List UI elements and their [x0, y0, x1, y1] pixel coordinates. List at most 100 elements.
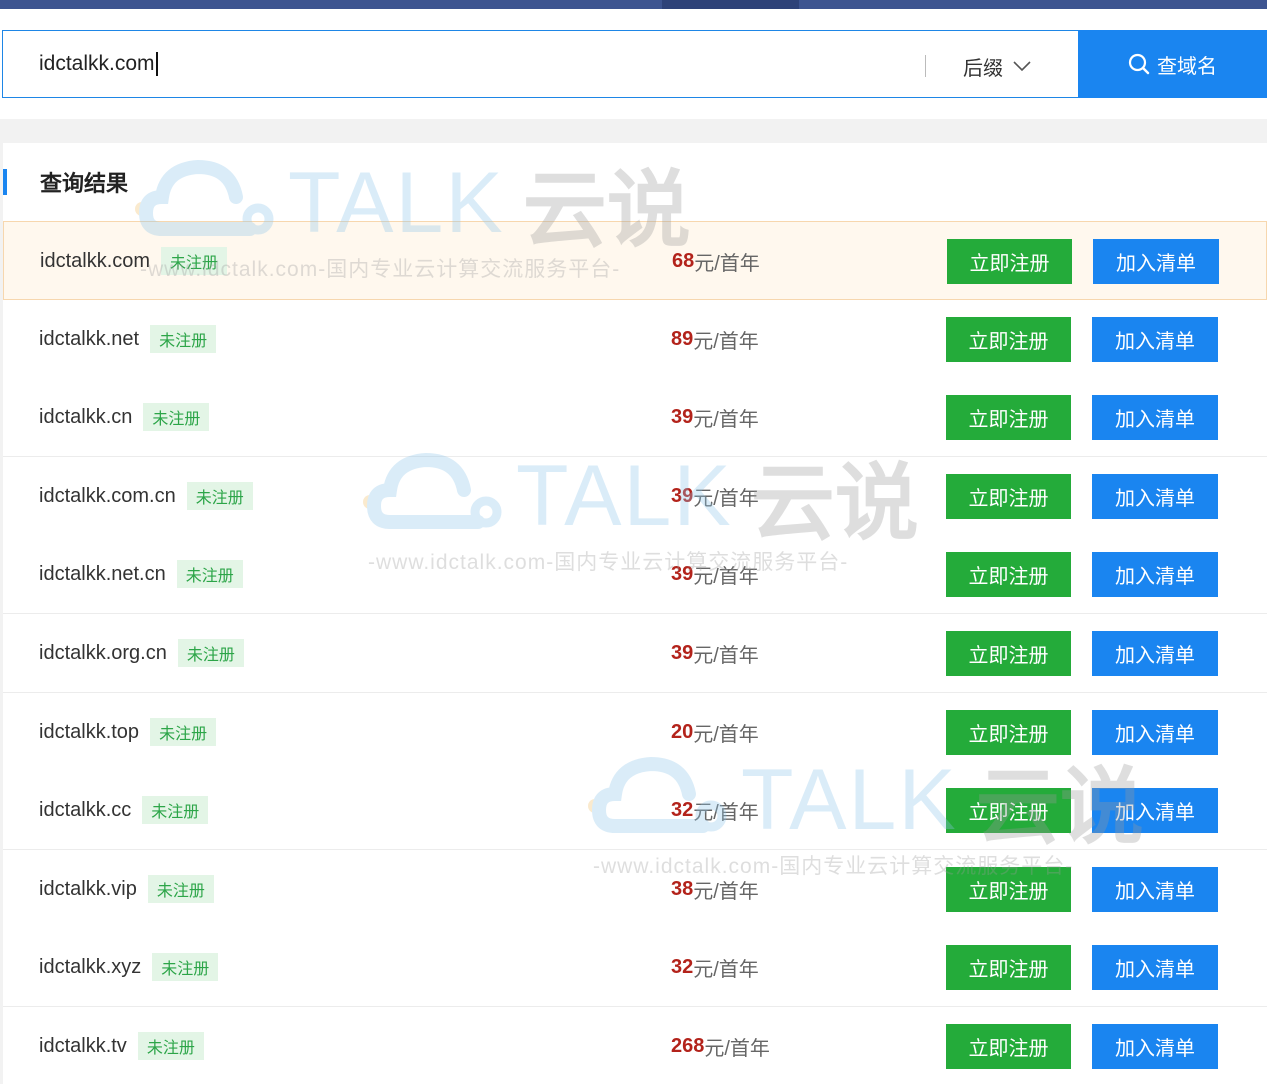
price-cell: 20 元/首年 — [671, 693, 759, 771]
register-now-button[interactable]: 立即注册 — [946, 552, 1071, 597]
status-badge: 未注册 — [147, 875, 214, 903]
status-badge: 未注册 — [152, 953, 219, 981]
domain-cell: idctalkk.tv 未注册 — [39, 1007, 204, 1084]
add-to-list-button[interactable]: 加入清单 — [1093, 239, 1219, 284]
add-to-list-button[interactable]: 加入清单 — [1092, 710, 1218, 755]
price-cell: 32 元/首年 — [671, 771, 759, 849]
status-badge: 未注册 — [143, 403, 210, 431]
price-value: 39 — [671, 405, 694, 428]
domain-cell: idctalkk.cc 未注册 — [39, 771, 209, 849]
price-cell: 38 元/首年 — [671, 850, 759, 928]
price-value: 268 — [671, 1034, 705, 1057]
price-unit: 元/首年 — [704, 1037, 770, 1060]
domain-name: idctalkk.cn — [39, 405, 133, 428]
result-row: idctalkk.cc 未注册 32 元/首年 立即注册 加入清单 — [3, 771, 1267, 850]
result-row: idctalkk.com.cn 未注册 39 元/首年 立即注册 加入清单 — [3, 457, 1267, 536]
register-now-button[interactable]: 立即注册 — [946, 474, 1071, 519]
domain-name: idctalkk.org.cn — [39, 641, 167, 664]
domain-name: idctalkk.net.cn — [39, 562, 166, 585]
search-button-label: 查域名 — [1157, 55, 1217, 78]
domain-cell: idctalkk.net.cn 未注册 — [39, 535, 243, 613]
register-now-button[interactable]: 立即注册 — [946, 317, 1071, 362]
price-value: 32 — [671, 955, 694, 978]
domain-cell: idctalkk.cn 未注册 — [39, 378, 210, 456]
price-value: 20 — [671, 720, 694, 743]
register-now-button[interactable]: 立即注册 — [946, 631, 1071, 676]
domain-name: idctalkk.net — [39, 327, 140, 350]
add-to-list-button[interactable]: 加入清单 — [1092, 788, 1218, 833]
price-value: 68 — [672, 249, 695, 272]
suffix-dropdown[interactable]: 后缀 — [963, 52, 1031, 81]
status-badge: 未注册 — [150, 718, 217, 746]
register-now-button[interactable]: 立即注册 — [946, 710, 1071, 755]
price-unit: 元/首年 — [693, 958, 759, 981]
add-to-list-button[interactable]: 加入清单 — [1092, 1024, 1218, 1069]
price-unit: 元/首年 — [693, 565, 759, 588]
domain-cell: idctalkk.com.cn 未注册 — [39, 457, 253, 535]
price-unit: 元/首年 — [693, 723, 759, 746]
price-cell: 39 元/首年 — [671, 457, 759, 535]
price-cell: 39 元/首年 — [671, 535, 759, 613]
search-input-value[interactable]: idctalkk.com — [39, 52, 158, 76]
search-icon — [1128, 53, 1150, 75]
add-to-list-button[interactable]: 加入清单 — [1092, 474, 1218, 519]
add-to-list-button[interactable]: 加入清单 — [1092, 945, 1218, 990]
suffix-label: 后缀 — [963, 58, 1003, 80]
domain-name: idctalkk.com.cn — [39, 484, 176, 507]
price-value: 39 — [671, 562, 694, 585]
domain-name: idctalkk.tv — [39, 1034, 127, 1057]
price-unit: 元/首年 — [693, 408, 759, 431]
price-unit: 元/首年 — [693, 801, 759, 824]
register-now-button[interactable]: 立即注册 — [946, 945, 1071, 990]
price-cell: 268 元/首年 — [671, 1007, 770, 1084]
top-nav-active-segment — [662, 0, 799, 9]
price-value: 39 — [671, 484, 694, 507]
domain-cell: idctalkk.top 未注册 — [39, 693, 217, 771]
price-unit: 元/首年 — [693, 487, 759, 510]
add-to-list-button[interactable]: 加入清单 — [1092, 317, 1218, 362]
price-cell: 32 元/首年 — [671, 928, 759, 1006]
domain-name: idctalkk.vip — [39, 877, 137, 900]
status-badge: 未注册 — [161, 247, 228, 275]
heading-accent-bar — [3, 169, 7, 195]
result-row: idctalkk.cn 未注册 39 元/首年 立即注册 加入清单 — [3, 378, 1267, 457]
status-badge: 未注册 — [186, 482, 253, 510]
register-now-button[interactable]: 立即注册 — [946, 788, 1071, 833]
top-nav-bar — [0, 0, 1267, 9]
result-row: idctalkk.top 未注册 20 元/首年 立即注册 加入清单 — [3, 693, 1267, 772]
register-now-button[interactable]: 立即注册 — [946, 395, 1071, 440]
register-now-button[interactable]: 立即注册 — [946, 1024, 1071, 1069]
register-now-button[interactable]: 立即注册 — [946, 867, 1071, 912]
price-unit: 元/首年 — [694, 252, 760, 275]
domain-cell: idctalkk.xyz 未注册 — [39, 928, 219, 1006]
price-cell: 39 元/首年 — [671, 614, 759, 692]
price-cell: 39 元/首年 — [671, 378, 759, 456]
text-caret — [155, 52, 158, 76]
add-to-list-button[interactable]: 加入清单 — [1092, 395, 1218, 440]
chevron-down-icon — [1013, 61, 1031, 72]
price-unit: 元/首年 — [693, 880, 759, 903]
domain-cell: idctalkk.org.cn 未注册 — [39, 614, 244, 692]
price-value: 32 — [671, 798, 694, 821]
domain-name: idctalkk.com — [40, 249, 151, 272]
register-now-button[interactable]: 立即注册 — [947, 239, 1072, 284]
input-divider — [925, 55, 926, 77]
domain-search-input[interactable]: idctalkk.com 后缀 — [2, 30, 1079, 98]
domain-cell: idctalkk.net 未注册 — [39, 300, 217, 378]
domain-name: idctalkk.xyz — [39, 955, 142, 978]
search-area: idctalkk.com 后缀 查域名 — [0, 9, 1267, 119]
price-value: 89 — [671, 327, 694, 350]
price-value: 39 — [671, 641, 694, 664]
result-row: idctalkk.net.cn 未注册 39 元/首年 立即注册 加入清单 — [3, 535, 1267, 614]
add-to-list-button[interactable]: 加入清单 — [1092, 631, 1218, 676]
results-heading: 查询结果 — [3, 167, 128, 197]
search-domain-button[interactable]: 查域名 — [1078, 30, 1267, 98]
price-cell: 89 元/首年 — [671, 300, 759, 378]
status-badge: 未注册 — [150, 325, 217, 353]
result-row: idctalkk.tv 未注册 268 元/首年 立即注册 加入清单 — [3, 1007, 1267, 1084]
add-to-list-button[interactable]: 加入清单 — [1092, 552, 1218, 597]
result-row: idctalkk.vip 未注册 38 元/首年 立即注册 加入清单 — [3, 850, 1267, 929]
status-badge: 未注册 — [177, 639, 244, 667]
domain-name: idctalkk.top — [39, 720, 140, 743]
add-to-list-button[interactable]: 加入清单 — [1092, 867, 1218, 912]
